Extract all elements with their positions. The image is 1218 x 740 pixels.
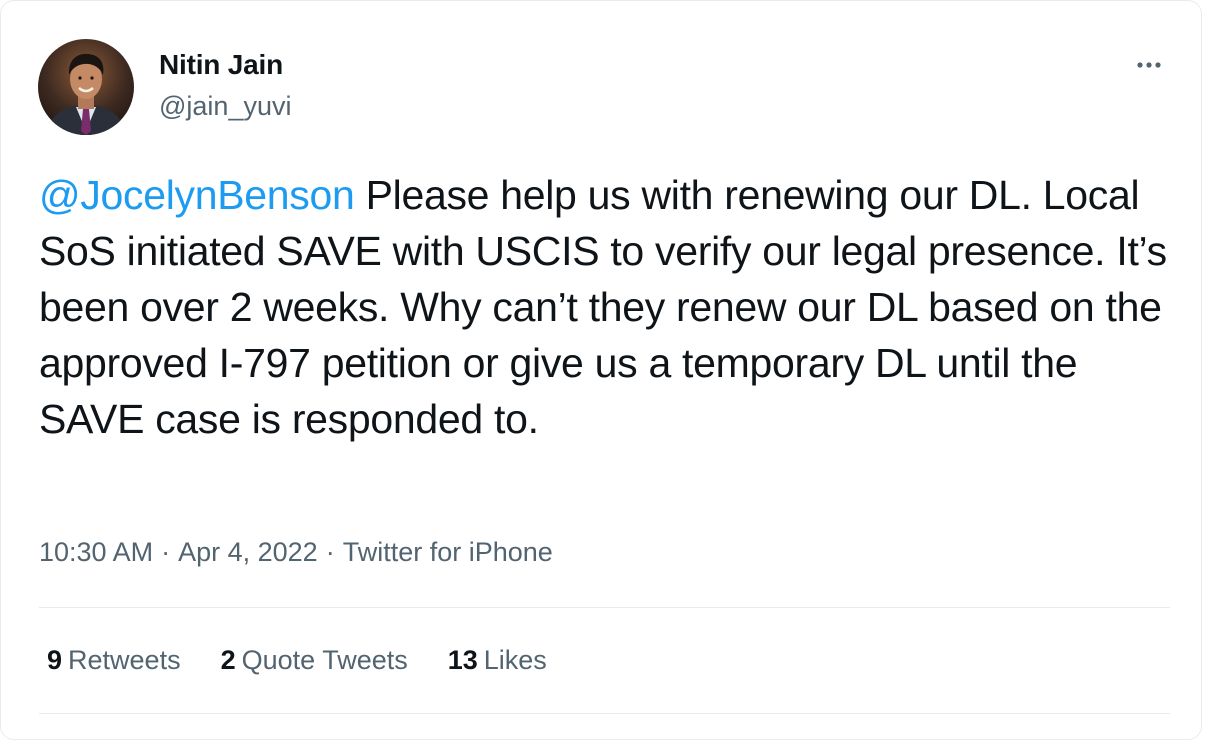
mention-link[interactable]: @JocelynBenson (39, 172, 355, 218)
more-options-button[interactable] (1129, 51, 1169, 79)
author-name[interactable]: Nitin Jain (159, 49, 283, 81)
tweet-source[interactable]: Twitter for iPhone (343, 537, 553, 567)
likes-label: Likes (483, 645, 547, 675)
meta-separator: · (161, 537, 171, 567)
divider (39, 713, 1170, 714)
retweets-count: 9 (47, 645, 63, 675)
likes-count: 13 (447, 645, 478, 675)
likes-stat[interactable]: 13 Likes (448, 645, 547, 676)
tweet-date[interactable]: Apr 4, 2022 (178, 537, 318, 567)
retweets-label: Retweets (68, 645, 181, 675)
tweet-time[interactable]: 10:30 AM (39, 537, 153, 567)
author-handle[interactable]: @jain_yuvi (159, 91, 291, 122)
quote-tweets-count: 2 (220, 645, 236, 675)
quote-tweets-stat[interactable]: 2 Quote Tweets (221, 645, 408, 676)
more-horizontal-icon (1137, 62, 1161, 68)
avatar-image (38, 39, 134, 135)
tweet-text: @JocelynBenson Please help us with renew… (39, 167, 1169, 447)
retweets-stat[interactable]: 9 Retweets (47, 645, 181, 676)
quote-tweets-label: Quote Tweets (241, 645, 408, 675)
tweet-stats: 9 Retweets 2 Quote Tweets 13 Likes (47, 645, 587, 676)
meta-separator: · (325, 537, 335, 567)
tweet-card: Nitin Jain @jain_yuvi @JocelynBenson Ple… (0, 0, 1202, 740)
divider (39, 607, 1170, 608)
author-avatar[interactable] (38, 39, 134, 135)
tweet-meta: 10:30 AM · Apr 4, 2022 · Twitter for iPhone (39, 537, 553, 568)
